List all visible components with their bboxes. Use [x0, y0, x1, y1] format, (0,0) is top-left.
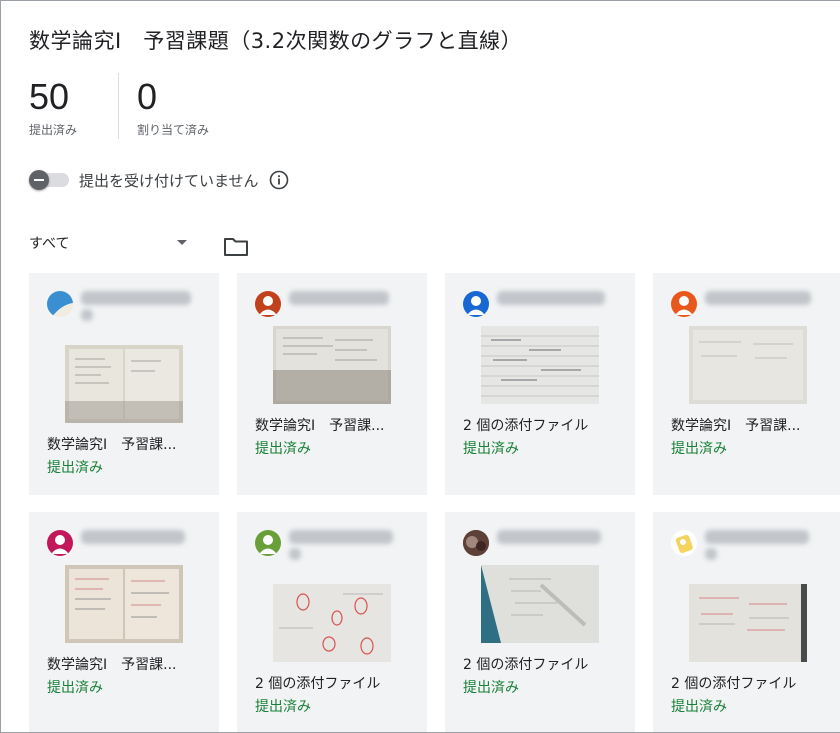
student-name [81, 530, 185, 544]
submission-thumbnail [689, 584, 807, 662]
attachment-label: 2 個の添付ファイル [463, 418, 589, 434]
status-filter-dropdown[interactable]: すべて [29, 231, 189, 255]
submitted-label: 提出済み [29, 123, 78, 137]
student-name [705, 291, 811, 305]
student-card[interactable]: 2 個の添付ファイル 提出済み [653, 512, 840, 732]
accepting-submissions-row: 提出を受け付けていません [29, 167, 289, 193]
assigned-label: 割り当て済み [137, 123, 210, 137]
student-name [497, 530, 601, 544]
student-card[interactable]: 数学論究Ⅰ 予習課... 提出済み [29, 512, 219, 732]
accepting-submissions-toggle[interactable] [29, 168, 71, 192]
submission-thumbnail [65, 345, 183, 423]
submitted-count: 50 [29, 76, 70, 117]
avatar [255, 530, 281, 556]
avatar [47, 291, 73, 317]
student-name [497, 291, 605, 305]
stat-divider [118, 73, 119, 139]
student-name [81, 291, 191, 305]
student-card[interactable]: 数学論究Ⅰ 予習課... 提出済み [653, 273, 840, 495]
student-name [289, 291, 389, 305]
assigned-count: 0 [137, 76, 158, 117]
submission-thumbnail [273, 584, 391, 662]
status-label: 提出済み [463, 441, 519, 457]
submission-thumbnail [65, 565, 183, 643]
folder-icon[interactable] [223, 236, 249, 258]
attachment-label: 2 個の添付ファイル [671, 676, 797, 692]
status-label: 提出済み [671, 699, 727, 715]
accepting-submissions-label: 提出を受け付けていません [79, 171, 259, 190]
student-name-line2 [289, 548, 301, 560]
info-icon[interactable] [269, 170, 289, 190]
attachment-label: 2 個の添付ファイル [255, 676, 381, 692]
attachment-label: 数学論究Ⅰ 予習課... [671, 418, 801, 434]
student-name-line2 [705, 548, 717, 560]
avatar [671, 530, 697, 556]
student-name-line2 [81, 309, 93, 321]
status-label: 提出済み [671, 441, 727, 457]
status-filter-value: すべて [29, 236, 70, 252]
avatar [255, 291, 281, 317]
student-card[interactable]: 数学論究Ⅰ 予習課... 提出済み [237, 273, 427, 495]
attachment-label: 数学論究Ⅰ 予習課... [47, 437, 177, 453]
attachment-label: 数学論究Ⅰ 予習課... [47, 657, 177, 673]
student-name [705, 530, 809, 544]
status-label: 提出済み [47, 460, 103, 476]
submission-thumbnail [481, 326, 599, 404]
submitted-stat[interactable]: 50 提出済み [29, 77, 77, 138]
avatar [463, 530, 489, 556]
student-card[interactable]: 2 個の添付ファイル 提出済み [445, 273, 635, 495]
submissions-page: 数学論究Ⅰ 予習課題（3.2次関数のグラフと直線） 50 提出済み 0 割り当て… [0, 0, 840, 733]
submission-thumbnail [689, 326, 807, 404]
student-card[interactable]: 数学論究Ⅰ 予習課... 提出済み [29, 273, 219, 495]
submission-thumbnail [481, 565, 599, 643]
student-card[interactable]: 2 個の添付ファイル 提出済み [445, 512, 635, 732]
student-name [289, 530, 393, 544]
assigned-stat[interactable]: 0 割り当て済み [137, 77, 209, 138]
attachment-label: 2 個の添付ファイル [463, 657, 589, 673]
status-label: 提出済み [255, 699, 311, 715]
avatar [671, 291, 697, 317]
status-label: 提出済み [463, 680, 519, 696]
status-label: 提出済み [47, 680, 103, 696]
submission-thumbnail [273, 326, 391, 404]
student-card[interactable]: 2 個の添付ファイル 提出済み [237, 512, 427, 732]
page-title: 数学論究Ⅰ 予習課題（3.2次関数のグラフと直線） [29, 29, 523, 53]
chevron-down-icon [177, 240, 187, 245]
status-label: 提出済み [255, 441, 311, 457]
avatar [47, 530, 73, 556]
toggle-thumb [29, 170, 49, 190]
attachment-label: 数学論究Ⅰ 予習課... [255, 418, 385, 434]
avatar [463, 291, 489, 317]
